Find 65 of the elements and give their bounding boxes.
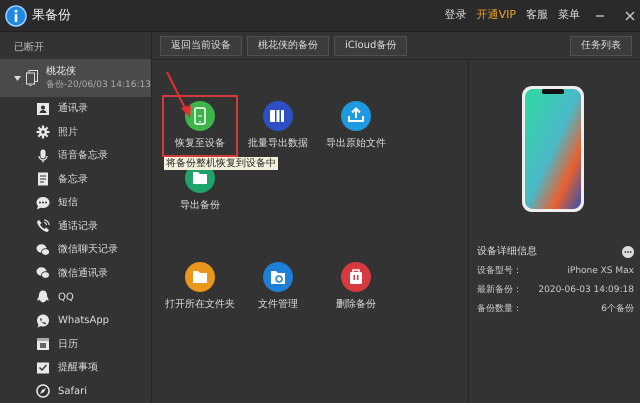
action-label: 打开所在文件夹 — [165, 298, 235, 312]
detail-value: 2020-06-03 14:09:18 — [538, 284, 634, 297]
detail-value: 6个备份 — [601, 302, 634, 316]
toolbar-button[interactable]: 桃花侠的备份 — [247, 36, 329, 56]
contacts-icon[interactable] — [36, 102, 50, 116]
detail-label: 最新备份： — [477, 284, 522, 297]
sidebar-item[interactable]: 语音备忘录 — [58, 148, 108, 164]
task-list-button[interactable]: 任务列表 — [570, 36, 632, 56]
sidebar-item[interactable]: 提醒事项 — [58, 360, 98, 376]
more-icon[interactable] — [622, 246, 634, 258]
header-link[interactable]: 开通VIP — [476, 7, 516, 24]
sidebar-item[interactable]: 通话记录 — [58, 218, 98, 234]
notes-icon[interactable] — [36, 172, 50, 186]
header-link[interactable]: 客服 — [526, 7, 548, 24]
action-button[interactable]: 文件管理 — [240, 256, 316, 318]
detail-label: 备份数量： — [477, 302, 522, 316]
sidebar-item[interactable]: 备忘录 — [58, 172, 88, 187]
sidebar-item[interactable]: 短信 — [58, 195, 78, 210]
header-link[interactable]: 登录 — [444, 7, 467, 24]
header-link[interactable]: 菜单 — [558, 7, 580, 24]
sidebar-item[interactable]: 微信通讯录 — [58, 266, 108, 281]
detail-label: 设备型号： — [477, 264, 522, 278]
app-title: 果备份 — [32, 6, 71, 25]
device-item[interactable]: 桃花侠 备份-20/06/03 14:16:13 — [0, 59, 151, 97]
action-label: 文件管理 — [258, 298, 298, 312]
phone-icon — [26, 70, 38, 86]
mic-icon[interactable] — [36, 148, 50, 163]
action-button[interactable]: 打开所在文件夹 — [162, 256, 238, 318]
action-label: 导出备份 — [180, 198, 220, 214]
phone-icon[interactable] — [36, 219, 50, 234]
sidebar-item[interactable]: QQ — [58, 290, 74, 305]
action-label: 恢复至设备 — [175, 136, 225, 152]
sidebar-item[interactable]: 日历 — [58, 336, 78, 352]
backup-time: 备份-20/06/03 14:16:13 — [46, 78, 151, 92]
whatsapp-icon[interactable] — [36, 314, 50, 328]
qq-icon[interactable] — [36, 290, 50, 304]
photos-icon[interactable] — [36, 125, 50, 140]
app-logo-icon — [5, 4, 27, 27]
tooltip: 将备份整机恢复到设备中 — [164, 157, 278, 170]
details-title: 设备详细信息 — [477, 244, 537, 260]
detail-value: iPhone XS Max — [567, 264, 634, 278]
sidebar-item[interactable]: 通讯录 — [58, 101, 88, 116]
action-label: 批量导出数据 — [248, 136, 308, 152]
safari-icon[interactable] — [36, 384, 50, 398]
wechat-icon[interactable] — [36, 242, 50, 257]
close-icon[interactable] — [625, 10, 635, 21]
caret-icon[interactable] — [14, 76, 21, 81]
connection-status: 已断开 — [13, 40, 45, 56]
arrow — [166, 72, 191, 118]
toolbar-button[interactable]: iCloud备份 — [334, 36, 408, 56]
sidebar-item[interactable]: 微信聊天记录 — [58, 242, 118, 258]
sidebar-item[interactable]: WhatsApp — [58, 313, 110, 328]
action-button[interactable]: 批量导出数据 — [240, 95, 316, 158]
device-name: 桃花侠 — [46, 64, 77, 79]
sidebar-item[interactable]: Safari — [58, 384, 88, 399]
wechat-icon[interactable] — [36, 266, 50, 280]
action-label: 导出原始文件 — [326, 136, 386, 152]
calendar-icon[interactable] — [36, 337, 50, 352]
reminder-icon[interactable] — [36, 360, 50, 375]
sidebar-item[interactable]: 照片 — [58, 124, 78, 140]
action-label: 删除备份 — [336, 298, 376, 312]
action-button[interactable]: 删除备份 — [318, 256, 394, 318]
toolbar-button[interactable]: 返回当前设备 — [160, 36, 242, 56]
chat-icon[interactable] — [36, 196, 50, 210]
action-button[interactable]: 导出原始文件 — [318, 95, 394, 158]
